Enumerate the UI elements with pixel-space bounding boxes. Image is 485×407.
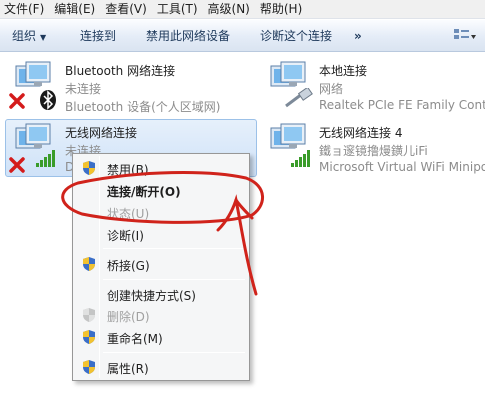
menu-help[interactable]: 帮助(H): [256, 0, 308, 19]
menu-item-diagnose[interactable]: 诊断(I): [75, 223, 247, 245]
context-menu: 禁用(B) 连接/断开(O) 状态(U) 诊断(I) 桥接(G) 创建快捷方式(…: [72, 153, 250, 381]
diagnose-button[interactable]: 诊断这个连接: [260, 20, 332, 52]
menu-item-connect-disconnect[interactable]: 连接/断开(O): [75, 179, 247, 201]
menu-item-create-shortcut[interactable]: 创建快捷方式(S): [75, 283, 247, 305]
menu-item-disable[interactable]: 禁用(B): [75, 157, 247, 179]
connection-device: Microsoft Virtual WiFi Minipo: [319, 160, 485, 174]
menu-edit[interactable]: 编辑(E): [50, 0, 101, 19]
wifi-signal-icon: [36, 150, 55, 167]
network-cable-icon: [285, 88, 313, 108]
connection-status: 未连接: [65, 82, 102, 96]
connection-device: Realtek PCIe FE Family Contr: [319, 98, 485, 112]
connection-name: Bluetooth 网络连接: [65, 64, 176, 78]
more-button[interactable]: »: [354, 20, 362, 52]
menu-advanced[interactable]: 高级(N): [204, 0, 256, 19]
menu-file[interactable]: 文件(F): [0, 0, 50, 19]
organize-button[interactable]: 组织 ▼: [12, 20, 46, 54]
uac-shield-icon: [83, 360, 95, 374]
menu-separator: [103, 248, 245, 249]
menu-tools[interactable]: 工具(T): [153, 0, 204, 19]
bluetooth-icon: [40, 90, 56, 110]
menu-view[interactable]: 查看(V): [101, 0, 153, 19]
connection-name: 本地连接: [319, 64, 368, 78]
menu-item-delete: 删除(D): [75, 304, 247, 326]
menu-separator: [103, 352, 245, 353]
uac-shield-icon: [83, 308, 95, 322]
menu-item-rename[interactable]: 重命名(M): [75, 326, 247, 348]
red-x-icon: [9, 93, 25, 109]
menu-item-properties[interactable]: 属性(R): [75, 356, 247, 378]
chevron-down-icon: ▼: [40, 33, 47, 42]
disable-device-button[interactable]: 禁用此网络设备: [146, 20, 230, 52]
menu-bar: 文件(F) 编辑(E) 查看(V) 工具(T) 高级(N) 帮助(H): [0, 0, 485, 19]
connect-to-button[interactable]: 连接到: [80, 20, 116, 52]
wifi-signal-icon: [291, 150, 310, 167]
red-x-icon: [9, 157, 25, 173]
connection-status: 网络: [319, 82, 344, 96]
uac-shield-icon: [83, 161, 95, 175]
menu-separator: [103, 279, 245, 280]
menu-item-bridge[interactable]: 桥接(G): [75, 253, 247, 275]
connection-name: 无线网络连接: [65, 126, 138, 140]
connection-name: 无线网络连接 4: [319, 126, 403, 140]
menu-item-status: 状态(U): [107, 207, 150, 221]
uac-shield-icon: [83, 257, 95, 271]
change-view-icon[interactable]: [453, 27, 477, 45]
uac-shield-icon: [83, 330, 95, 344]
connection-status: 鐵ョ邃镜撸熳鐄儿iFi: [319, 144, 428, 158]
connection-device: Bluetooth 设备(个人区域网): [65, 100, 221, 114]
command-bar: 组织 ▼ 连接到 禁用此网络设备 诊断这个连接 »: [0, 20, 485, 52]
